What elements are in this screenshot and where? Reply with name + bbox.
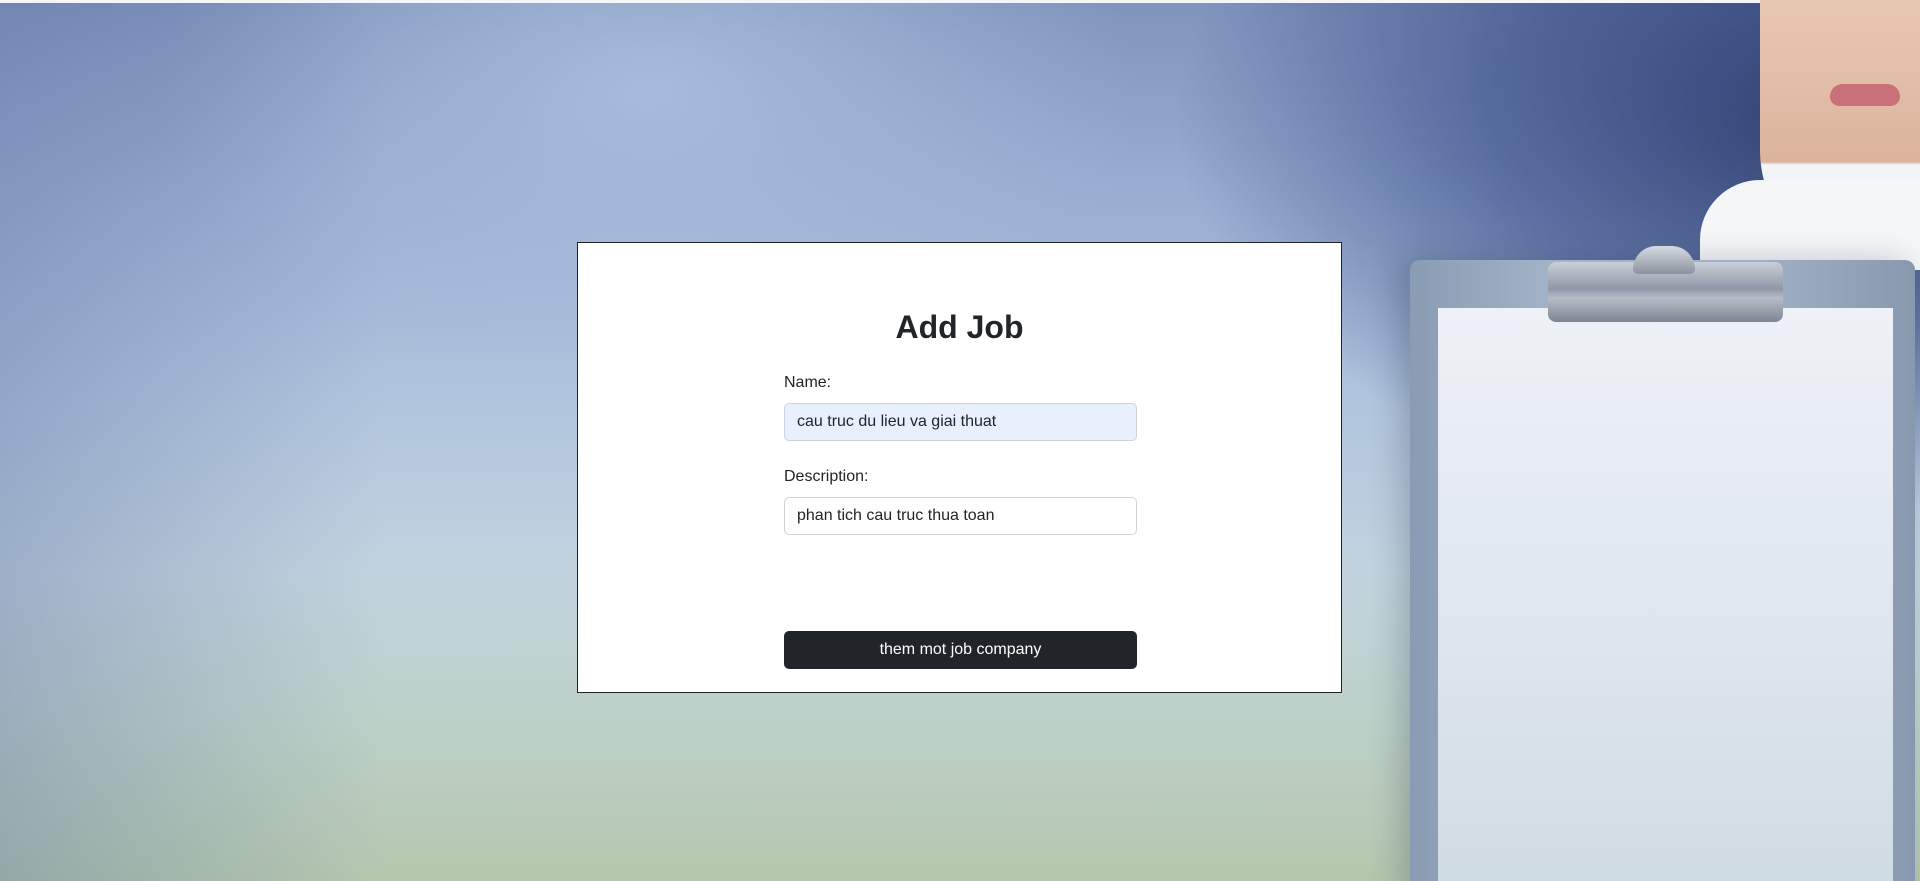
description-label: Description:	[784, 468, 869, 485]
top-strip	[0, 0, 1920, 3]
background-collar	[1700, 180, 1920, 270]
background-clipboard-clip-top	[1633, 246, 1695, 274]
description-input[interactable]	[784, 497, 1137, 535]
add-job-submit-button[interactable]: them mot job company	[784, 631, 1137, 669]
name-label: Name:	[784, 374, 832, 391]
background-lips	[1830, 84, 1900, 106]
background-clipboard-paper	[1438, 308, 1893, 881]
page-background: Add Job Name: Description: them mot job …	[0, 0, 1920, 881]
form-title: Add Job	[895, 309, 1024, 345]
name-input[interactable]	[784, 403, 1137, 441]
add-job-form: Add Job Name: Description: them mot job …	[577, 242, 1342, 693]
